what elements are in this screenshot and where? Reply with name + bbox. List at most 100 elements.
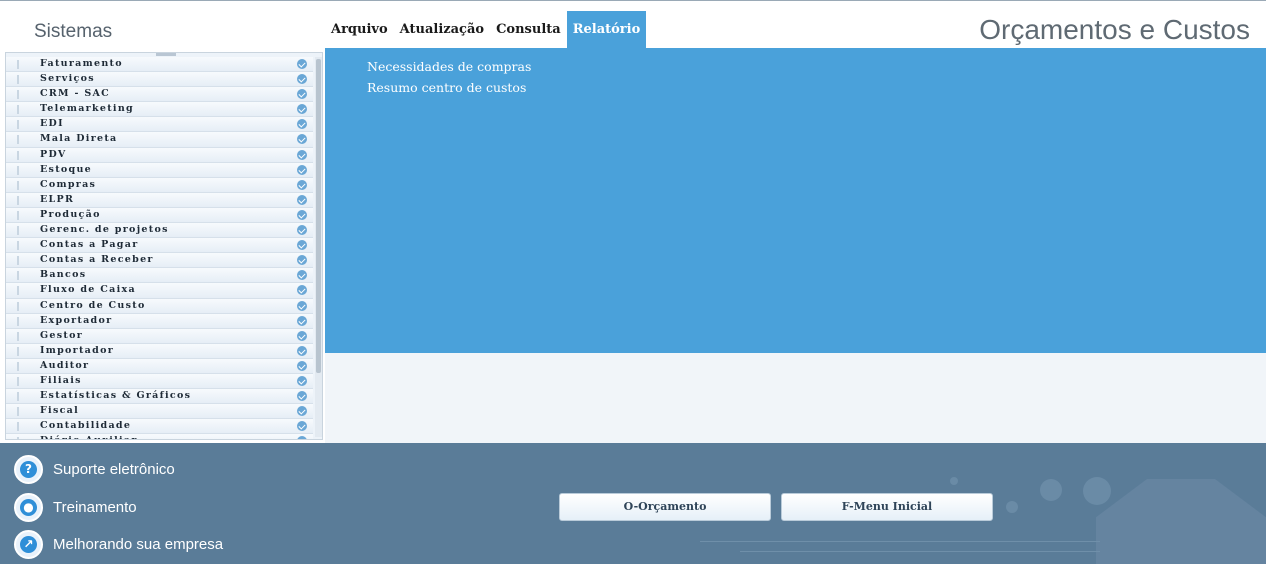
sidebar-item-label: PDV xyxy=(40,148,67,160)
grip-icon xyxy=(17,392,19,402)
sidebar-item[interactable]: Fiscal xyxy=(6,404,313,420)
sidebar-item[interactable]: EDI xyxy=(6,117,313,133)
sidebar-item-label: Telemarketing xyxy=(40,103,134,115)
chart-growth-icon: ↗ xyxy=(14,530,43,559)
sidebar-item[interactable]: Bancos xyxy=(6,268,313,284)
grip-icon xyxy=(17,210,19,220)
sidebar-item[interactable]: PDV xyxy=(6,147,313,163)
grip-icon xyxy=(17,180,19,190)
check-icon xyxy=(297,89,307,100)
sidebar-item[interactable]: Contas a Receber xyxy=(6,253,313,269)
sidebar-item-label: Gestor xyxy=(40,329,84,341)
sidebar-item[interactable]: Faturamento xyxy=(6,57,313,73)
check-icon xyxy=(297,179,307,190)
sidebar-item-label: Contas a Receber xyxy=(40,254,154,266)
submenu-item-resumo-centro-de-custos[interactable]: Resumo centro de custos xyxy=(367,80,526,95)
sidebar-item[interactable]: Diário Auxiliar xyxy=(6,434,313,439)
menu-relatorio[interactable]: Relatório xyxy=(566,11,647,49)
grip-icon xyxy=(17,422,19,432)
grip-icon xyxy=(17,437,19,439)
sidebar-item-label: Diário Auxiliar xyxy=(40,435,138,439)
footer-decoration xyxy=(1040,479,1062,501)
sidebar-item[interactable]: Produção xyxy=(6,207,313,224)
improve-company-link-label: Melhorando sua empresa xyxy=(53,536,224,553)
grip-icon xyxy=(17,120,19,130)
footer-decoration xyxy=(950,477,958,485)
sidebar-item[interactable]: Estoque xyxy=(6,162,313,178)
sidebar-item[interactable]: Estatísticas & Gráficos xyxy=(6,389,313,405)
sidebar-item[interactable]: Gerenc. de projetos xyxy=(6,223,313,239)
sidebar-item[interactable]: Mala Direta xyxy=(6,132,313,148)
menu-inicial-button[interactable]: F-Menu Inicial xyxy=(781,493,993,521)
sidebar-item[interactable]: Filiais xyxy=(6,373,313,390)
grip-icon xyxy=(17,361,19,371)
sidebar: Faturamento Serviços CRM - SAC Telemarketin… xyxy=(5,52,323,440)
sidebar-item-label: Mala Direta xyxy=(40,133,118,145)
menu-arquivo[interactable]: Arquivo xyxy=(325,11,394,49)
grip-icon xyxy=(17,105,19,115)
sidebar-item[interactable]: Telemarketing xyxy=(6,102,313,118)
training-icon: ● xyxy=(14,493,43,522)
orcamento-button[interactable]: O-Orçamento xyxy=(559,493,771,521)
sidebar-item-label: Auditor xyxy=(40,359,90,371)
sidebar-item-label: Contas a Pagar xyxy=(40,239,139,251)
sidebar-item[interactable]: Contas a Pagar xyxy=(6,238,313,254)
grip-icon xyxy=(17,331,19,341)
check-icon xyxy=(297,360,307,371)
sidebar-item-label: Estoque xyxy=(40,163,93,175)
training-link[interactable]: ● Treinamento xyxy=(14,493,137,522)
check-icon xyxy=(297,104,307,115)
grip-icon xyxy=(17,407,19,417)
check-icon xyxy=(297,270,307,281)
check-icon xyxy=(297,436,307,439)
menu-consulta[interactable]: Consulta xyxy=(490,11,567,49)
training-link-label: Treinamento xyxy=(53,499,137,516)
check-icon xyxy=(297,149,307,160)
check-icon xyxy=(297,74,307,85)
sidebar-item[interactable]: Exportador xyxy=(6,313,313,329)
sidebar-item-label: CRM - SAC xyxy=(40,88,111,100)
sidebar-item-label: Compras xyxy=(40,178,97,190)
sidebar-item[interactable]: Gestor xyxy=(6,328,313,344)
support-link-label: Suporte eletrônico xyxy=(53,461,175,478)
submenu-item-necessidades-de-compras[interactable]: Necessidades de compras xyxy=(367,59,531,74)
improve-company-link[interactable]: ↗ Melhorando sua empresa xyxy=(14,530,223,559)
menu-atualizacao[interactable]: Atualização xyxy=(394,11,490,49)
menu-bar: Arquivo Atualização Consulta Relatório xyxy=(325,11,647,49)
check-icon xyxy=(297,255,307,266)
check-icon xyxy=(297,194,307,205)
sidebar-item-label: Gerenc. de projetos xyxy=(40,224,169,236)
sidebar-item[interactable]: Importador xyxy=(6,343,313,359)
sidebar-item[interactable]: Auditor xyxy=(6,358,313,374)
check-icon xyxy=(297,119,307,130)
grip-icon xyxy=(17,165,19,175)
sidebar-scrollbar-thumb[interactable] xyxy=(316,59,321,373)
top-bar: Sistemas Arquivo Atualização Consulta Re… xyxy=(0,0,1266,52)
sidebar-item-label: Produção xyxy=(40,208,101,220)
sidebar-item[interactable]: Centro de Custo xyxy=(6,298,313,314)
check-icon xyxy=(297,421,307,432)
grip-icon xyxy=(17,241,19,251)
sidebar-item[interactable]: Compras xyxy=(6,177,313,193)
check-icon xyxy=(297,300,307,311)
sidebar-list: Faturamento Serviços CRM - SAC Telemarketin… xyxy=(6,57,313,439)
support-link[interactable]: ? Suporte eletrônico xyxy=(14,455,175,484)
footer-decoration xyxy=(1083,477,1111,505)
check-icon xyxy=(297,330,307,341)
sidebar-item[interactable]: CRM - SAC xyxy=(6,87,313,103)
sidebar-item[interactable]: ELPR xyxy=(6,192,313,208)
footer-decoration xyxy=(1096,479,1266,564)
sidebar-title: Sistemas xyxy=(34,21,113,42)
sidebar-item-label: EDI xyxy=(40,118,64,130)
grip-icon xyxy=(17,90,19,100)
grip-icon xyxy=(17,256,19,266)
sidebar-item[interactable]: Fluxo de Caixa xyxy=(6,283,313,299)
sidebar-item-label: Filiais xyxy=(40,374,82,386)
sidebar-item[interactable]: Serviços xyxy=(6,72,313,88)
sidebar-top-decoration xyxy=(156,53,176,56)
submenu-panel: Necessidades de compras Resumo centro de… xyxy=(325,48,1266,353)
grip-icon xyxy=(17,195,19,205)
sidebar-item-label: Fluxo de Caixa xyxy=(40,284,136,296)
check-icon xyxy=(297,315,307,326)
sidebar-item[interactable]: Contabilidade xyxy=(6,419,313,435)
